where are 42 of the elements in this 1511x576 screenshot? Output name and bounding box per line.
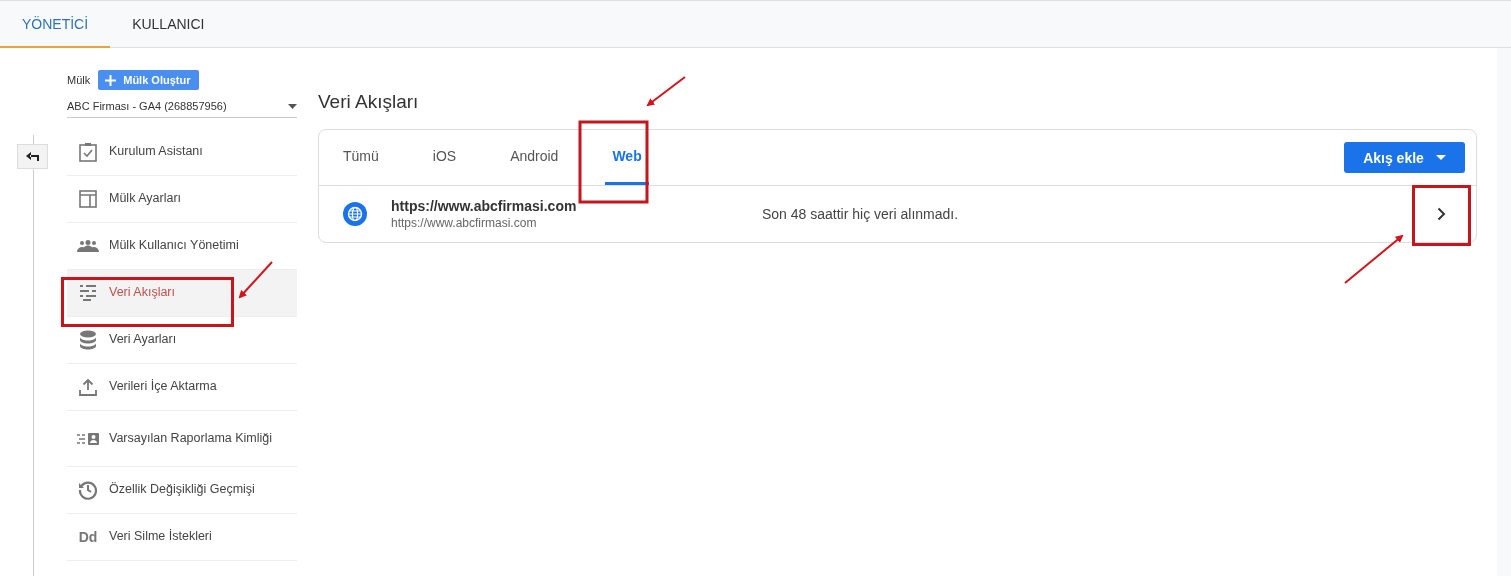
clipboard-check-icon: [79, 142, 97, 162]
admin-tab[interactable]: KULLANICI: [110, 1, 227, 48]
pointer-arrow: [238, 261, 273, 299]
people-icon: [77, 240, 99, 252]
nav-item[interactable]: Verileri İçe Aktarma: [67, 364, 297, 411]
nav-item[interactable]: Veri Akışları: [67, 270, 297, 317]
platform-tab[interactable]: Android: [503, 130, 566, 185]
platform-tab[interactable]: Tümü: [336, 130, 386, 185]
plus-icon: [105, 74, 117, 86]
page-title: Veri Akışları: [318, 91, 419, 114]
upload-icon: [79, 378, 97, 396]
nav-item[interactable]: Özellik Değişikliği Geçmişi: [67, 467, 297, 514]
database-icon: [79, 330, 97, 350]
highlight-box: [1412, 185, 1471, 246]
id-card-icon: [77, 432, 99, 445]
pointer-arrow: [646, 76, 686, 107]
globe-icon: [343, 202, 367, 226]
platform-tab[interactable]: Web: [605, 130, 649, 185]
dropdown-caret-icon: [288, 103, 297, 109]
back-arrow-icon: [25, 151, 40, 162]
caret-icon: [1435, 155, 1446, 160]
nav-item[interactable]: Kurulum Asistanı: [67, 129, 297, 176]
pointer-arrow: [1344, 234, 1404, 284]
stream-name: https://www.abcfirmasi.com: [391, 198, 578, 214]
dd-icon: Dd: [78, 529, 98, 545]
stream-status: Son 48 saattir hiç veri alınmadı.: [762, 206, 960, 222]
add-stream-button[interactable]: Akış ekle: [1344, 142, 1465, 173]
nav-item[interactable]: Dd Veri Silme İstekleri: [67, 514, 297, 561]
property-dropdown[interactable]: ABC Firması - GA4 (268857956): [67, 100, 297, 118]
platform-tab[interactable]: iOS: [425, 130, 464, 185]
back-button[interactable]: [17, 144, 48, 169]
layout-icon: [79, 190, 97, 208]
chevron-right-icon: [1437, 207, 1446, 221]
admin-tab[interactable]: YÖNETİCİ: [0, 1, 111, 48]
stream-url: https://www.abcfirmasi.com: [391, 216, 538, 230]
nav-item[interactable]: Mülk Ayarları: [67, 176, 297, 223]
nav-item[interactable]: Varsayılan Raporlama Kimliği: [67, 411, 297, 467]
stream-list-icon: [79, 285, 97, 301]
history-icon: [78, 480, 98, 500]
nav-item[interactable]: Veri Ayarları: [67, 317, 297, 364]
property-label: Mülk: [67, 74, 91, 86]
stream-row[interactable]: https://www.abcfirmasi.com https://www.abcfirmasi.com Son 48 saattir hiç veri alınmadı.: [319, 186, 1476, 242]
